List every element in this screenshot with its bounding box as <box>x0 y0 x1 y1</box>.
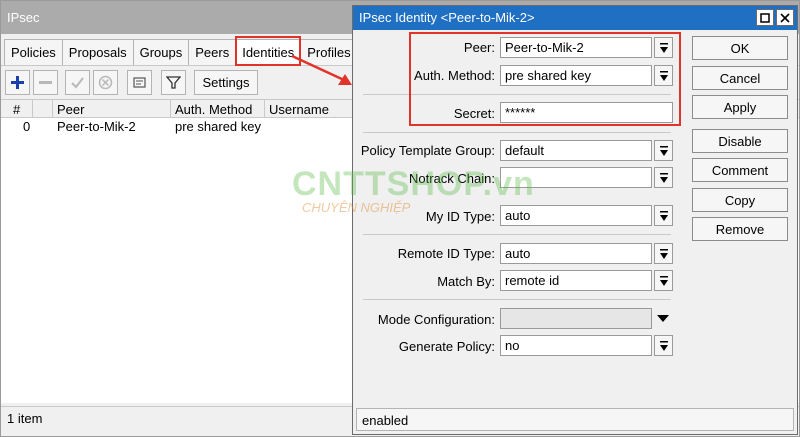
row-index: 0 <box>23 119 31 134</box>
tab-groups[interactable]: Groups <box>132 39 190 65</box>
remove-button[interactable]: Remove <box>692 217 788 241</box>
filter-button[interactable] <box>161 70 186 95</box>
disable-button[interactable]: Disable <box>692 129 788 153</box>
notrack-chain-label: Notrack Chain: <box>409 171 495 186</box>
column-header-flags <box>33 100 53 118</box>
dialog-title: IPsec Identity <Peer-to-Mik-2> <box>353 6 797 30</box>
minus-icon <box>39 81 52 84</box>
column-header-peer[interactable]: Peer <box>53 100 171 118</box>
dialog-status: enabled <box>356 408 794 431</box>
maximize-icon <box>760 12 770 23</box>
row-peer: Peer-to-Mik-2 <box>57 119 136 134</box>
generate-policy-dropdown-button[interactable] <box>654 335 673 356</box>
column-header-username[interactable]: Username <box>265 100 355 118</box>
comment-button[interactable] <box>127 70 152 95</box>
ok-button[interactable]: OK <box>692 36 788 60</box>
triangle-down-icon <box>657 315 669 322</box>
add-button[interactable] <box>5 70 30 95</box>
enable-button[interactable] <box>65 70 90 95</box>
check-icon <box>71 77 84 89</box>
dropdown-arrow-icon <box>659 248 668 259</box>
ipsec-identity-dialog: IPsec Identity <Peer-to-Mik-2> Peer: Pee… <box>352 5 798 435</box>
column-header-auth-method[interactable]: Auth. Method <box>171 100 265 118</box>
copy-button[interactable]: Copy <box>692 188 788 212</box>
highlight-box <box>409 32 681 126</box>
remote-id-type-dropdown-button[interactable] <box>654 243 673 264</box>
generate-policy-select[interactable]: no <box>500 335 652 356</box>
close-button[interactable] <box>776 9 794 26</box>
comment-button[interactable]: Comment <box>692 158 788 182</box>
match-by-dropdown-button[interactable] <box>654 270 673 291</box>
generate-policy-label: Generate Policy: <box>398 339 495 354</box>
policy-template-group-label: Policy Template Group: <box>360 143 495 158</box>
remote-id-type-select[interactable]: auto <box>500 243 652 264</box>
my-id-type-label: My ID Type: <box>425 209 495 224</box>
my-id-type-select[interactable]: auto <box>500 205 652 226</box>
policy-template-group-dropdown-button[interactable] <box>654 140 673 161</box>
dropdown-arrow-icon <box>659 275 668 286</box>
x-icon <box>98 75 113 90</box>
filter-icon <box>166 76 181 89</box>
notrack-chain-dropdown-button[interactable] <box>654 167 673 188</box>
mode-configuration-dropdown-button[interactable] <box>656 312 670 326</box>
policy-template-group-select[interactable]: default <box>500 140 652 161</box>
separator <box>363 234 671 235</box>
mode-configuration-select[interactable] <box>500 308 652 329</box>
note-icon <box>133 77 146 88</box>
cancel-button[interactable]: Cancel <box>692 66 788 90</box>
disable-button[interactable] <box>93 70 118 95</box>
match-by-select[interactable]: remote id <box>500 270 652 291</box>
close-icon <box>780 12 790 23</box>
separator <box>363 299 671 300</box>
maximize-button[interactable] <box>756 9 774 26</box>
settings-button[interactable]: Settings <box>194 70 258 95</box>
apply-button[interactable]: Apply <box>692 95 788 119</box>
dropdown-arrow-icon <box>659 340 668 351</box>
my-id-type-dropdown-button[interactable] <box>654 205 673 226</box>
dropdown-arrow-icon <box>659 145 668 156</box>
table-row[interactable]: 0 Peer-to-Mik-2 pre shared key <box>1 118 356 136</box>
dropdown-arrow-icon <box>659 172 668 183</box>
tab-proposals[interactable]: Proposals <box>61 39 134 65</box>
row-auth-method: pre shared key <box>175 119 261 134</box>
tab-policies[interactable]: Policies <box>4 39 63 65</box>
match-by-label: Match By: <box>437 274 495 289</box>
plus-icon <box>11 76 24 89</box>
separator <box>363 132 671 133</box>
dropdown-arrow-icon <box>659 210 668 221</box>
column-header-index[interactable]: # <box>1 100 33 118</box>
tab-peers[interactable]: Peers <box>188 39 237 65</box>
remove-button[interactable] <box>33 70 58 95</box>
mode-configuration-label: Mode Configuration: <box>377 312 495 327</box>
notrack-chain-select[interactable] <box>500 167 652 188</box>
annotation-arrow <box>291 54 352 85</box>
remote-id-type-label: Remote ID Type: <box>397 246 495 261</box>
